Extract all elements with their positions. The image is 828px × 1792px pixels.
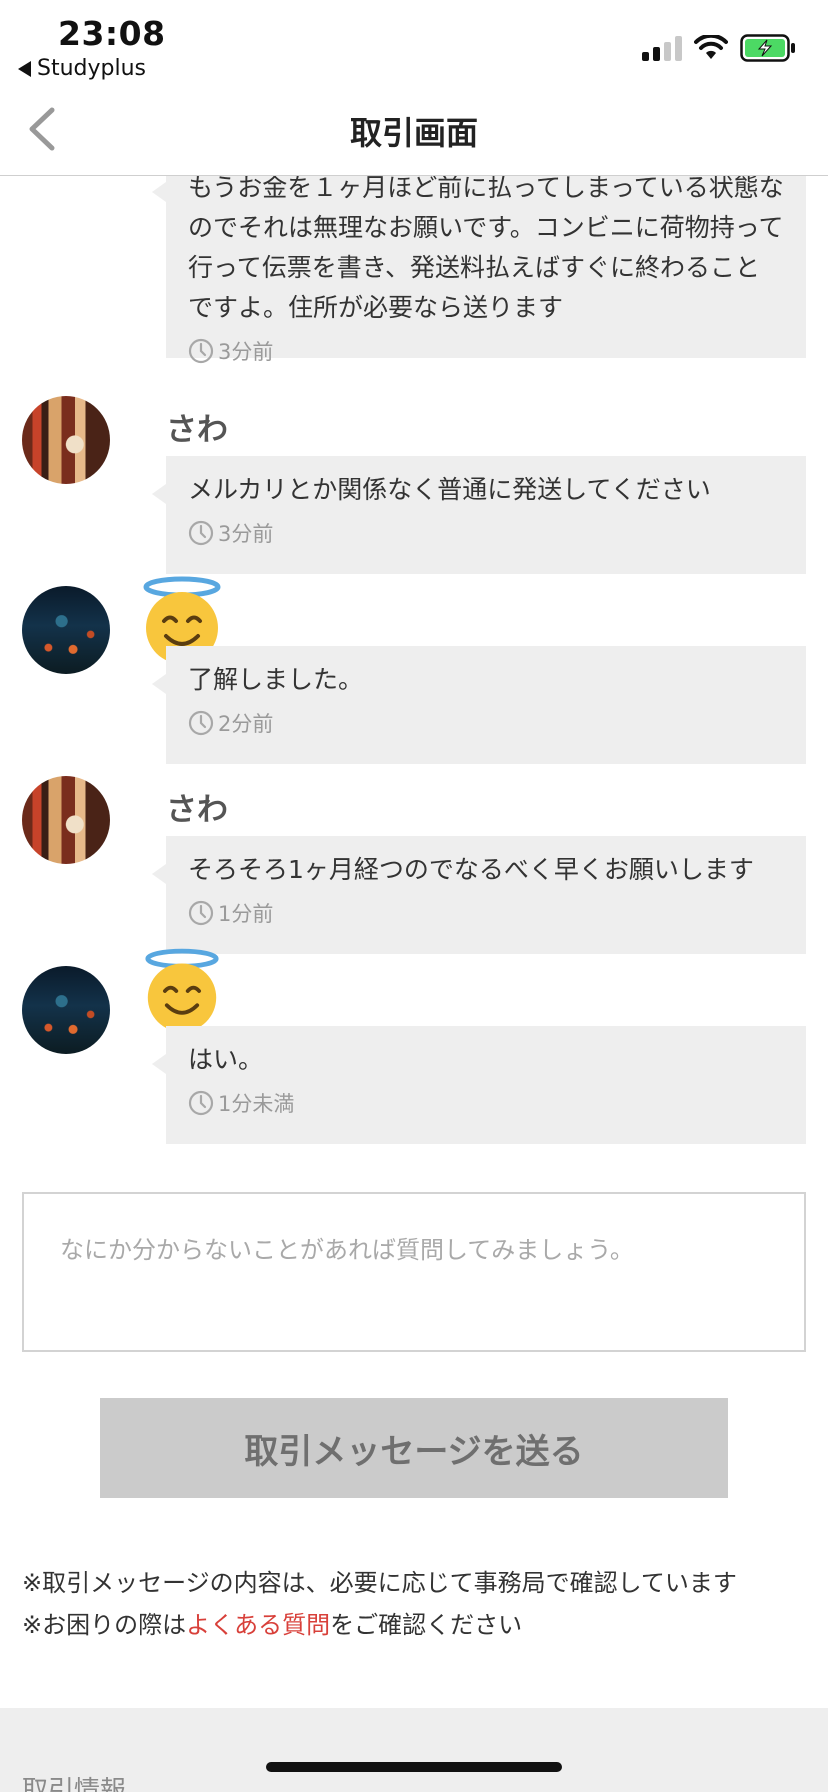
wifi-icon [694, 35, 728, 59]
section-heading: 取引情報 [22, 1776, 127, 1792]
message-bubble: そろそろ1ヶ月経つのでなるべく早くお願いします 1分前 [152, 836, 806, 954]
faq-link[interactable]: よくある質問 [186, 1611, 330, 1639]
cellular-signal-icon [642, 35, 682, 61]
clock-icon [188, 520, 214, 546]
message-bubble: 了解しました。 2分前 [152, 646, 806, 764]
message-timestamp: 3分前 [188, 518, 784, 548]
notice-line-faq: ※お困りの際はよくある質問をご確認ください [22, 1611, 523, 1639]
back-app-label: Studyplus [37, 56, 147, 81]
message-timestamp: 1分未満 [188, 1088, 784, 1118]
message-timestamp: 1分前 [188, 898, 784, 928]
avatar[interactable] [22, 966, 110, 1054]
transaction-info-section: 取引情報 [0, 1708, 828, 1792]
message-bubble: はい。 1分未満 [152, 1026, 806, 1144]
sender-name: さわ [166, 792, 228, 828]
message-text: はい。 [188, 1045, 264, 1074]
message-timestamp: 2分前 [188, 708, 784, 738]
status-time: 23:08 [58, 14, 166, 53]
message-bubble: もうお金を１ヶ月ほど前に払ってしまっている状態なのでそれは無理なお願いです。コン… [152, 176, 806, 364]
message-text: そろそろ1ヶ月経つのでなるべく早くお願いします [188, 855, 754, 884]
clock-icon [188, 710, 214, 736]
sender-name: さわ [166, 412, 228, 448]
message-text: 了解しました。 [188, 665, 364, 694]
clock-icon [188, 900, 214, 926]
message-timestamp: 3分前 [188, 336, 784, 366]
send-message-button[interactable]: 取引メッセージを送る [100, 1398, 728, 1498]
message-text: メルカリとか関係なく普通に発送してください [188, 475, 711, 504]
message-text: もうお金を１ヶ月ほど前に払ってしまっている状態なのでそれは無理なお願いです。コン… [188, 176, 784, 322]
home-indicator[interactable] [266, 1762, 562, 1772]
avatar[interactable] [22, 396, 110, 484]
status-icons [642, 34, 796, 62]
clock-icon [188, 338, 214, 364]
battery-charging-icon [740, 34, 795, 62]
avatar[interactable] [22, 776, 110, 864]
avatar[interactable] [22, 586, 110, 674]
back-triangle-icon [18, 60, 31, 77]
page-title: 取引画面 [349, 114, 478, 152]
back-to-app-link[interactable]: Studyplus [18, 56, 146, 81]
clock-icon [188, 1090, 214, 1116]
message-thread: もうお金を１ヶ月ほど前に払ってしまっている状態なのでそれは無理なお願いです。コン… [0, 176, 828, 1186]
status-bar: 23:08 Studyplus [0, 0, 828, 86]
notice-text: ※取引メッセージの内容は、必要に応じて事務局で確認しています ※お困りの際はよく… [22, 1562, 737, 1646]
message-input[interactable] [22, 1192, 806, 1352]
navigation-bar: 取引画面 [0, 86, 828, 176]
smiling-face-with-halo-icon [145, 948, 219, 1032]
message-bubble: メルカリとか関係なく普通に発送してください 3分前 [152, 456, 806, 574]
notice-line-review: ※取引メッセージの内容は、必要に応じて事務局で確認しています [22, 1569, 737, 1597]
